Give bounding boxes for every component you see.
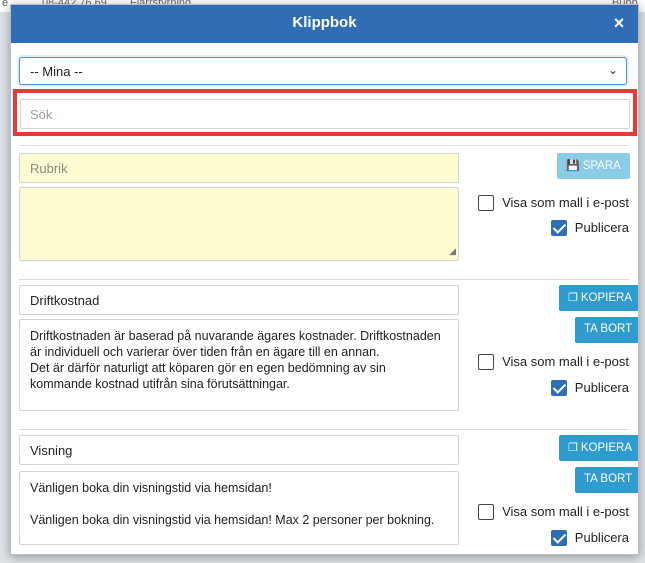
copy-button[interactable]: ❐ KOPIERA: [559, 285, 638, 311]
mall-checkbox[interactable]: [478, 503, 495, 520]
close-button[interactable]: ×: [610, 14, 628, 32]
clip-list: Rubrik ◢ 💾 SPARA Visa som mall i e-post P…: [11, 145, 638, 554]
copy-icon: ❐: [568, 442, 578, 454]
clip-title-input[interactable]: Driftkostnad: [19, 285, 459, 315]
delete-button[interactable]: TA BORT: [575, 467, 638, 493]
copy-button[interactable]: ❐ KOPIERA: [559, 435, 638, 461]
resize-handle-icon[interactable]: ◢: [449, 243, 456, 259]
copy-label: KOPIERA: [580, 292, 633, 304]
publish-label: Publicera: [574, 220, 629, 236]
delete-button[interactable]: TA BORT: [575, 317, 638, 343]
new-mall-checkbox-row[interactable]: Visa som mall i e-post: [478, 194, 629, 214]
save-button[interactable]: 💾 SPARA: [557, 153, 630, 179]
divider: [19, 429, 629, 430]
save-label: SPARA: [582, 160, 621, 172]
new-title-input[interactable]: Rubrik: [19, 153, 459, 183]
background-text: e: [2, 0, 9, 9]
divider: [19, 279, 629, 280]
mall-checkbox-row[interactable]: Visa som mall i e-post: [478, 353, 629, 373]
publish-checkbox[interactable]: [550, 529, 567, 546]
copy-icon: ❐: [568, 292, 578, 304]
new-body-textarea[interactable]: ◢: [19, 187, 459, 261]
publish-label: Publicera: [574, 380, 629, 396]
clipbook-modal: Klippbok × -- Mina -- ⌄ Sök Rubrik ◢ 💾 SP…: [10, 4, 639, 555]
mall-checkbox[interactable]: [478, 194, 495, 211]
clip-body-textarea[interactable]: Driftkostnaden är baserad på nuvarande ä…: [19, 319, 459, 411]
publish-label: Publicera: [574, 530, 629, 546]
publish-checkbox-row[interactable]: Publicera: [550, 529, 629, 549]
clip-title-input[interactable]: Visning: [19, 435, 459, 465]
save-icon: 💾: [566, 160, 580, 172]
copy-label: KOPIERA: [580, 442, 633, 454]
filter-select[interactable]: -- Mina -- ⌄: [19, 57, 627, 85]
modal-title: Klippbok: [292, 14, 357, 31]
new-publish-checkbox-row[interactable]: Publicera: [550, 219, 629, 239]
mall-label: Visa som mall i e-post: [502, 195, 629, 211]
search-input[interactable]: Sök: [20, 99, 630, 129]
new-clip-section: Rubrik ◢ 💾 SPARA Visa som mall i e-post P…: [19, 145, 630, 275]
publish-checkbox[interactable]: [550, 379, 567, 396]
modal-header: Klippbok ×: [11, 5, 638, 43]
clip-item: Visning Vänligen boka din visningstid vi…: [19, 429, 638, 554]
publish-checkbox[interactable]: [550, 219, 567, 236]
mall-checkbox[interactable]: [478, 353, 495, 370]
mall-checkbox-row[interactable]: Visa som mall i e-post: [478, 503, 629, 523]
mall-label: Visa som mall i e-post: [502, 504, 629, 520]
chevron-down-icon: ⌄: [607, 63, 618, 77]
clip-body-textarea[interactable]: Vänligen boka din visningstid via hemsid…: [19, 471, 459, 545]
publish-checkbox-row[interactable]: Publicera: [550, 379, 629, 399]
filter-selected-value: -- Mina --: [30, 64, 83, 79]
divider: [19, 145, 629, 146]
clip-item: Driftkostnad Driftkostnaden är baserad p…: [19, 279, 638, 429]
mall-label: Visa som mall i e-post: [502, 354, 629, 370]
